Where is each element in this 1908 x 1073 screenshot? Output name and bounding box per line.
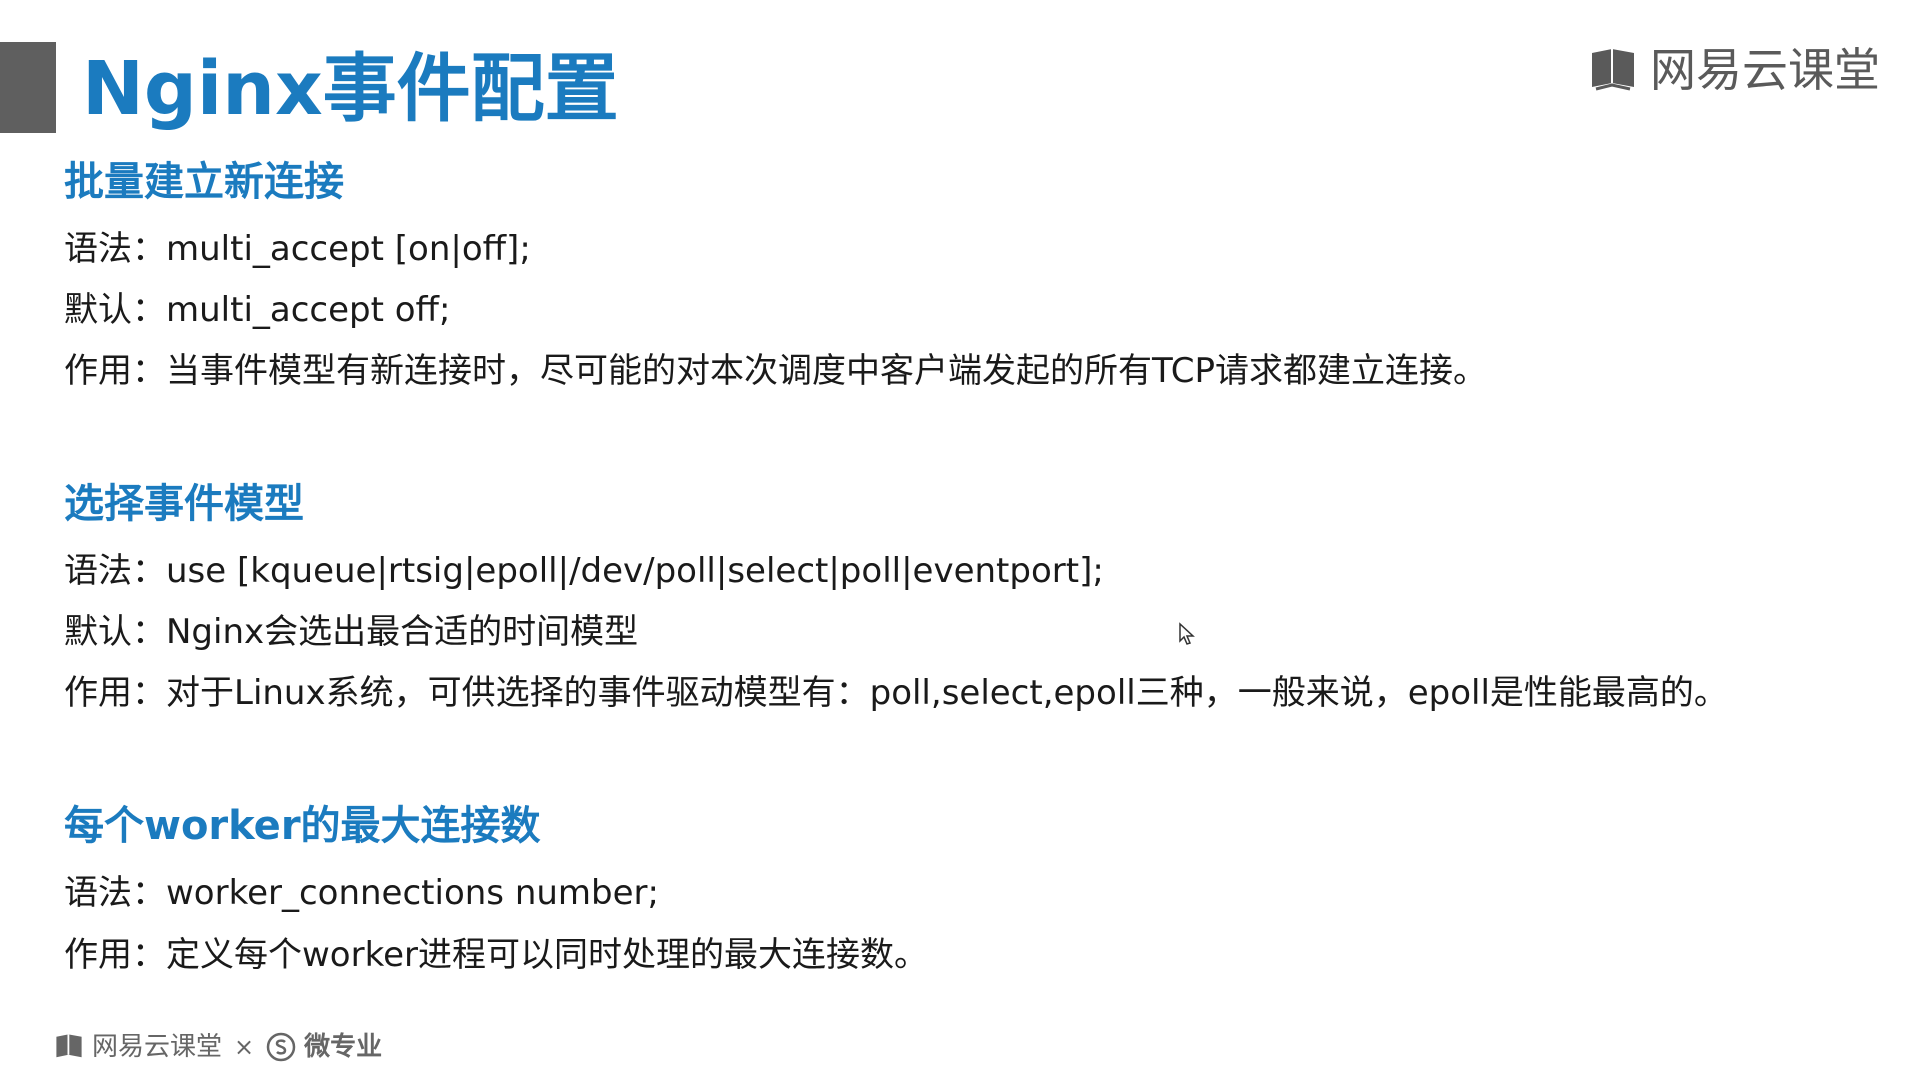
brand-logo-top: 网易云课堂 [1588,40,1880,100]
section-heading-worker-connections: 每个worker的最大连接数 [64,803,541,849]
syntax-line: 语法：worker_connections number; [64,873,659,913]
purpose-line: 作用：定义每个worker进程可以同时处理的最大连接数。 [64,935,928,975]
brand-name: 网易云课堂 [1650,43,1880,97]
section-heading-event-model: 选择事件模型 [64,481,304,527]
syntax-line: 语法：use [kqueue|rtsig|epoll|/dev/poll|sel… [64,551,1104,591]
default-line: 默认：Nginx会选出最合适的时间模型 [64,612,639,652]
page-title: Nginx事件配置 [82,46,619,132]
purpose-line: 作用：对于Linux系统，可供选择的事件驱动模型有：poll,select,ep… [64,673,1728,713]
purpose-line: 作用：当事件模型有新连接时，尽可能的对本次调度中客户端发起的所有TCP请求都建立… [64,351,1488,391]
section-heading-batch-accept: 批量建立新连接 [64,159,344,205]
default-line: 默认：multi_accept off; [64,290,451,330]
s-circle-icon [266,1032,296,1062]
brand-logo-bottom: 网易云课堂 × 微专业 [54,1030,382,1064]
book-icon [1588,45,1638,95]
mouse-pointer-icon [1178,622,1196,650]
footer-brand-name: 网易云课堂 [92,1032,223,1062]
footer-separator: × [234,1033,255,1061]
footer-partner-name: 微专业 [304,1032,383,1062]
syntax-line: 语法：multi_accept [on|off]; [64,229,531,269]
book-icon [54,1032,84,1062]
title-accent-bar [0,42,56,133]
